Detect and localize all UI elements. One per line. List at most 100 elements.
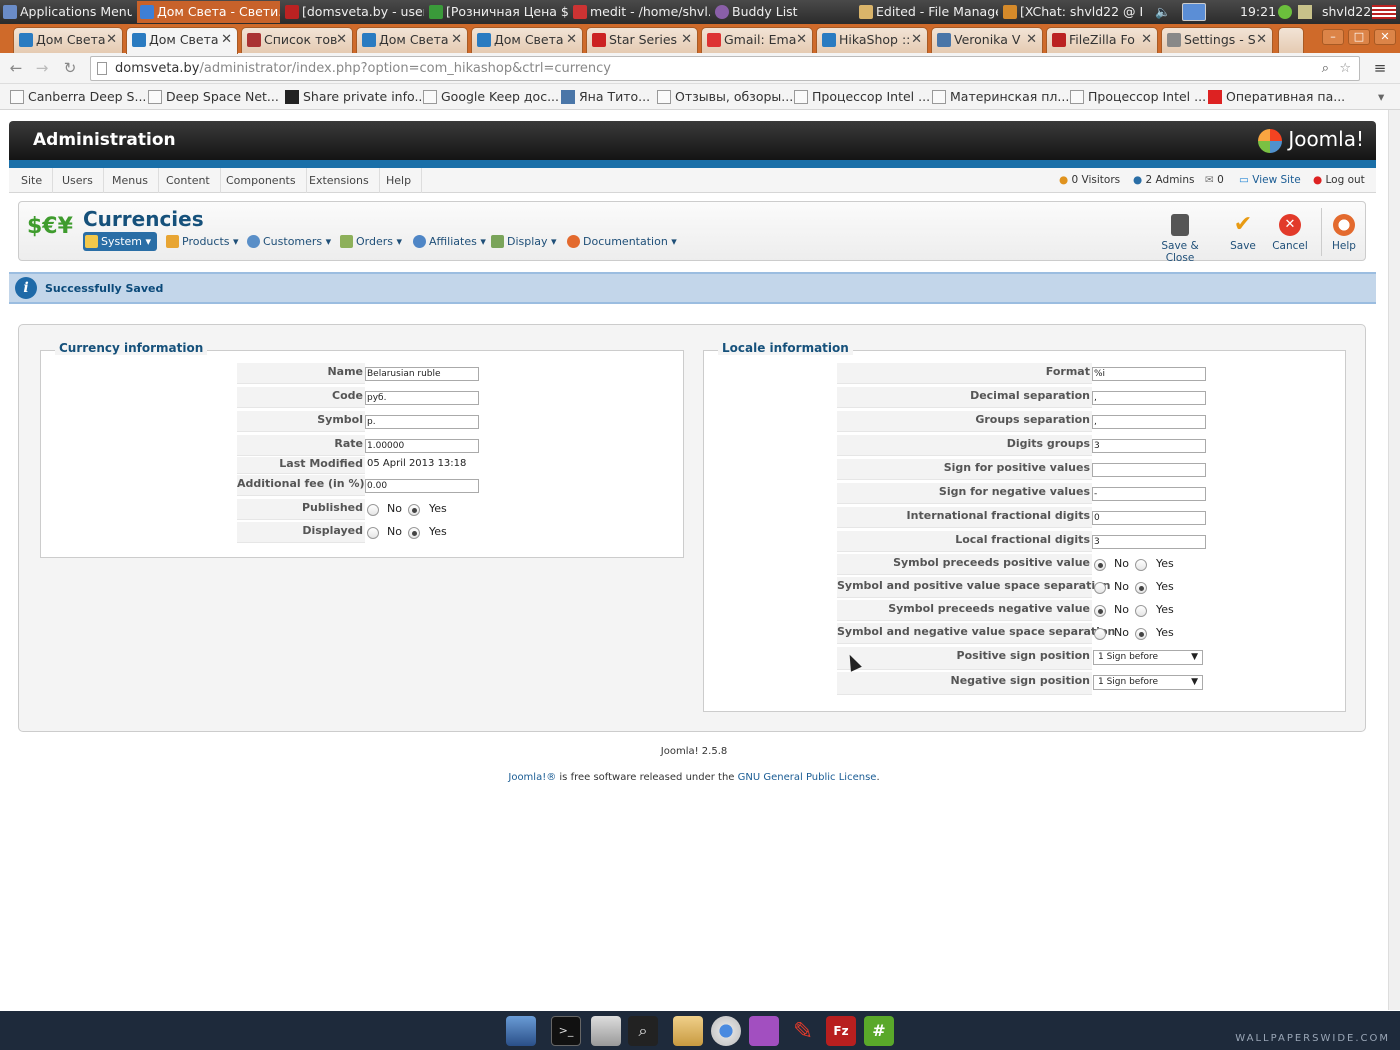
new-tab-button[interactable] <box>1278 27 1304 53</box>
view-site-link[interactable]: ▭ View Site <box>1239 168 1301 193</box>
tab-close-icon[interactable]: ✕ <box>336 28 347 52</box>
sym-pre-neg-no-radio[interactable] <box>1094 605 1106 617</box>
bookmark-8[interactable]: Материнская пл... <box>930 88 1069 106</box>
filezilla-icon[interactable]: Fz <box>826 1016 856 1046</box>
positive-sign-input[interactable] <box>1092 463 1206 477</box>
tab-close-icon[interactable]: ✕ <box>1256 28 1267 52</box>
reload-icon[interactable]: ↻ <box>60 58 80 78</box>
submenu-customers[interactable]: Customers ▾ <box>245 232 331 251</box>
tab-close-icon[interactable]: ✕ <box>221 28 232 52</box>
name-input[interactable]: Belarusian ruble <box>365 367 479 381</box>
menu-components[interactable]: Components <box>216 168 307 193</box>
close-window-icon[interactable]: ✕ <box>1374 29 1396 45</box>
tab-close-icon[interactable]: ✕ <box>796 28 807 52</box>
forward-icon[interactable]: → <box>32 58 52 78</box>
taskbar-item-spreadsheet[interactable]: [Розничная Цена $... <box>426 1 568 23</box>
submenu-display[interactable]: Display ▾ <box>489 232 557 251</box>
sym-space-pos-yes-radio[interactable] <box>1135 582 1147 594</box>
address-bar[interactable]: domsveta.by/administrator/index.php?opti… <box>90 56 1360 81</box>
additional-fee-input[interactable]: 0.00 <box>365 479 479 493</box>
tab-close-icon[interactable]: ✕ <box>1141 28 1152 52</box>
tab-6[interactable]: Star Series ✕ <box>586 27 698 53</box>
published-no-radio[interactable] <box>367 504 379 516</box>
pen-icon[interactable]: ✎ <box>788 1016 818 1046</box>
taskbar-item-file-manager[interactable]: Edited - File Manager <box>856 1 998 23</box>
rate-input[interactable]: 1.00000 <box>365 439 479 453</box>
tab-10[interactable]: FileZilla Fo ✕ <box>1046 27 1158 53</box>
bookmark-4[interactable]: Google Keep дос... <box>421 88 559 106</box>
taskbar-item-browser[interactable]: Дом Света - Свети... <box>137 1 280 23</box>
sym-space-neg-yes-radio[interactable] <box>1135 628 1147 640</box>
desktop-icon[interactable] <box>506 1016 536 1046</box>
menu-menus[interactable]: Menus <box>102 168 159 193</box>
terminal-icon[interactable]: >_ <box>551 1016 581 1046</box>
tab-1[interactable]: Дом Света ✕ <box>13 27 123 53</box>
digits-groups-input[interactable]: 3 <box>1092 439 1206 453</box>
tab-close-icon[interactable]: ✕ <box>681 28 692 52</box>
screenshot-tray-icon[interactable] <box>1182 3 1206 21</box>
local-fractional-digits-input[interactable]: 3 <box>1092 535 1206 549</box>
save-close-button[interactable]: Save & Close <box>1148 210 1212 264</box>
submenu-products[interactable]: Products ▾ <box>164 232 239 251</box>
displayed-yes-radio[interactable] <box>408 527 420 539</box>
file-cabinet-icon[interactable] <box>591 1016 621 1046</box>
bookmark-2[interactable]: Deep Space Net... <box>146 88 279 106</box>
volume-icon[interactable]: 🔈 <box>1154 0 1172 24</box>
menu-users[interactable]: Users <box>52 168 104 193</box>
gpl-link[interactable]: GNU General Public License <box>738 772 877 783</box>
tools-tray-icon[interactable] <box>1298 5 1312 19</box>
bookmarks-overflow-icon[interactable]: ▾ <box>1378 88 1384 106</box>
back-icon[interactable]: ← <box>6 58 26 78</box>
browser-menu-icon[interactable]: ≡ <box>1370 58 1390 78</box>
bookmark-7[interactable]: Процессор Intel ... <box>792 88 930 106</box>
tab-close-icon[interactable]: ✕ <box>106 28 117 52</box>
international-fractional-digits-input[interactable]: 0 <box>1092 511 1206 525</box>
code-input[interactable]: руб. <box>365 391 479 405</box>
tab-4[interactable]: Дом Света ✕ <box>356 27 468 53</box>
tab-7[interactable]: Gmail: Ema ✕ <box>701 27 813 53</box>
sym-pre-neg-yes-radio[interactable] <box>1135 605 1147 617</box>
symbol-input[interactable]: р. <box>365 415 479 429</box>
bookmark-10[interactable]: Оперативная па... <box>1206 88 1345 106</box>
folder-icon[interactable] <box>673 1016 703 1046</box>
tab-11[interactable]: Settings - S ✕ <box>1161 27 1273 53</box>
tab-9[interactable]: Veronika V ✕ <box>931 27 1043 53</box>
taskbar-item-medit[interactable]: medit - /home/shvl... <box>570 1 710 23</box>
menu-site[interactable]: Site <box>11 168 54 193</box>
messages-status[interactable]: ✉ 0 <box>1205 168 1224 193</box>
submenu-documentation[interactable]: Documentation ▾ <box>565 232 677 251</box>
published-yes-radio[interactable] <box>408 504 420 516</box>
tab-close-icon[interactable]: ✕ <box>566 28 577 52</box>
logout-link[interactable]: ● Log out <box>1313 168 1365 193</box>
chromium-icon[interactable] <box>711 1016 741 1046</box>
help-button[interactable]: Help <box>1312 210 1376 252</box>
page-scrollbar[interactable] <box>1388 110 1400 1010</box>
negative-sign-input[interactable]: - <box>1092 487 1206 501</box>
groups-separation-input[interactable]: , <box>1092 415 1206 429</box>
joomla-link[interactable]: Joomla!® <box>508 772 556 783</box>
positive-sign-position-select[interactable]: 1 Sign before ▼ <box>1093 650 1203 665</box>
menu-extensions[interactable]: Extensions <box>299 168 380 193</box>
decimal-separation-input[interactable]: , <box>1092 391 1206 405</box>
tab-8[interactable]: HikaShop :: ✕ <box>816 27 928 53</box>
bookmark-6[interactable]: Отзывы, обзоры... <box>655 88 793 106</box>
search-app-icon[interactable]: ⌕ <box>628 1016 658 1046</box>
submenu-system[interactable]: System ▾ <box>83 232 158 251</box>
bookmark-3[interactable]: Share private info... <box>283 88 426 106</box>
taskbar-item-xchat[interactable]: [XChat: shvld22 @ B... <box>1000 1 1142 23</box>
tab-close-icon[interactable]: ✕ <box>911 28 922 52</box>
sym-pre-pos-yes-radio[interactable] <box>1135 559 1147 571</box>
bookmark-star-icon[interactable]: ☆ <box>1339 57 1351 80</box>
search-icon[interactable]: ⌕ <box>1322 57 1329 80</box>
pidgin-icon[interactable] <box>749 1016 779 1046</box>
submenu-orders[interactable]: Orders ▾ <box>338 232 402 251</box>
user-name[interactable]: shvld22 <box>1322 0 1371 24</box>
tab-2-active[interactable]: Дом Света ✕ <box>126 27 238 54</box>
tab-close-icon[interactable]: ✕ <box>1026 28 1037 52</box>
taskbar-item-buddy-list[interactable]: Buddy List <box>712 1 832 23</box>
network-icon[interactable] <box>1278 5 1292 19</box>
submenu-affiliates[interactable]: Affiliates ▾ <box>411 232 486 251</box>
minimize-window-icon[interactable]: – <box>1322 29 1344 45</box>
bookmark-5[interactable]: Яна Тито... <box>559 88 650 106</box>
tab-close-icon[interactable]: ✕ <box>451 28 462 52</box>
